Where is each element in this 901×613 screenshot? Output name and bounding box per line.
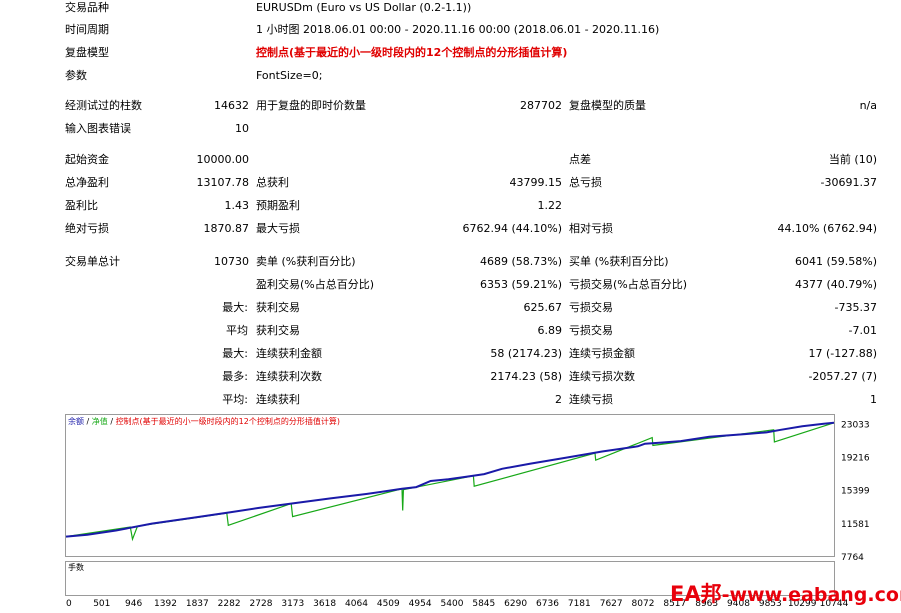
y-tick-label: 15399 [841, 487, 870, 497]
watermark-logo: EA邦-www.eabang.com [670, 582, 901, 606]
x-tick-label: 1837 [186, 599, 209, 609]
x-tick-label: 4064 [345, 599, 368, 609]
x-tick-label: 3618 [313, 599, 336, 609]
y-tick-label: 7764 [841, 553, 864, 563]
x-tick-label: 3173 [281, 599, 304, 609]
x-tick-label: 946 [125, 599, 142, 609]
y-tick-label: 11581 [841, 520, 870, 530]
x-tick-label: 501 [93, 599, 110, 609]
x-tick-label: 0 [66, 599, 72, 609]
x-tick-label: 2728 [250, 599, 273, 609]
x-tick-label: 6290 [504, 599, 527, 609]
x-tick-label: 4509 [377, 599, 400, 609]
equity-line [65, 422, 835, 542]
x-tick-label: 5845 [472, 599, 495, 609]
balance-line [65, 421, 835, 538]
x-tick-label: 7181 [568, 599, 591, 609]
y-tick-label: 23033 [841, 420, 870, 430]
x-tick-label: 7627 [600, 599, 623, 609]
x-tick-label: 2282 [218, 599, 241, 609]
x-tick-label: 4954 [409, 599, 432, 609]
x-tick-label: 1392 [154, 599, 177, 609]
y-tick-label: 19216 [841, 454, 870, 464]
x-tick-label: 6736 [536, 599, 559, 609]
x-tick-label: 5400 [441, 599, 464, 609]
x-tick-label: 8072 [632, 599, 655, 609]
balance-equity-chart: 23033 19216 15399 11581 7764 0 501 946 1392 1837 2… [65, 420, 870, 609]
volume-label: 手数 [68, 563, 84, 572]
